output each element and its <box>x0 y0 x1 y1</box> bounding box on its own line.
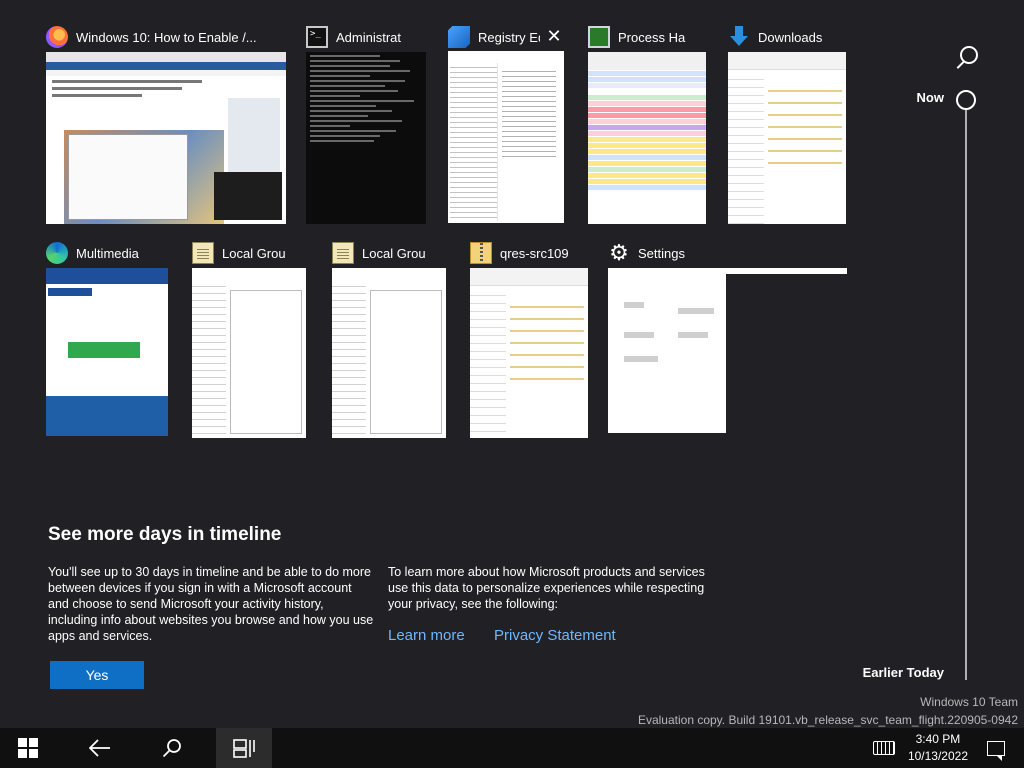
window-thumbnail[interactable] <box>728 52 846 224</box>
zip-folder-icon <box>470 242 492 264</box>
notification-icon <box>987 740 1005 761</box>
window-title: qres-src109 <box>500 245 569 261</box>
window-thumbnail[interactable] <box>332 268 446 438</box>
window-card-multimedia[interactable]: Multimedia <box>46 238 168 438</box>
search-icon <box>162 739 181 758</box>
settings-thumbnail-edge <box>726 268 847 274</box>
registry-editor-icon <box>448 26 470 48</box>
yes-button[interactable]: Yes <box>50 661 144 689</box>
window-header: Local Grou <box>192 238 306 268</box>
timeline-view: Windows 10: How to Enable /... Administr… <box>0 0 1024 728</box>
window-thumbnail[interactable] <box>306 52 426 224</box>
search-icon[interactable] <box>954 46 978 70</box>
window-header: Windows 10: How to Enable /... <box>46 22 286 52</box>
learn-more-link[interactable]: Learn more <box>388 627 465 644</box>
process-hacker-icon <box>588 26 610 48</box>
action-center-button[interactable] <box>972 728 1020 768</box>
window-card-settings[interactable]: ⚙ Settings <box>608 238 848 434</box>
close-icon[interactable]: ✕ <box>544 26 564 46</box>
window-header: qres-src109 <box>470 238 588 268</box>
window-header: Downloads <box>728 22 846 52</box>
window-card-registry-editor[interactable]: Registry Edi ✕ <box>448 22 564 224</box>
window-card-admin-cmd[interactable]: Administrat <box>306 22 426 224</box>
window-header: Local Grou <box>332 238 446 268</box>
window-title: Registry Edi <box>478 29 540 45</box>
window-title: Administrat <box>336 29 402 45</box>
clock[interactable]: 3:40 PM 10/13/2022 <box>908 731 968 765</box>
privacy-statement-link[interactable]: Privacy Statement <box>494 627 616 644</box>
window-thumbnail[interactable] <box>46 268 168 436</box>
timeline-earlier-today-label: Earlier Today <box>862 665 944 680</box>
window-title: Settings <box>638 245 685 261</box>
start-button[interactable] <box>4 728 52 768</box>
window-title: Windows 10: How to Enable /... <box>76 29 257 45</box>
firefox-icon <box>46 26 68 48</box>
download-folder-icon <box>728 26 750 48</box>
task-view-button[interactable] <box>216 728 272 768</box>
gear-icon: ⚙ <box>609 240 629 265</box>
touch-keyboard-button[interactable] <box>860 728 908 768</box>
windows-logo-icon <box>18 738 38 758</box>
window-thumbnail[interactable] <box>588 52 706 224</box>
window-thumbnail[interactable] <box>46 52 286 224</box>
notepad-icon <box>332 242 354 264</box>
clock-date: 10/13/2022 <box>907 749 968 763</box>
back-arrow-icon <box>89 739 110 757</box>
notepad-icon <box>192 242 214 264</box>
window-card-qres-src[interactable]: qres-src109 <box>470 238 588 438</box>
clock-time: 3:40 PM <box>915 732 961 746</box>
window-card-local-group-1[interactable]: Local Grou <box>192 238 306 438</box>
keyboard-icon <box>873 741 895 755</box>
window-thumbnail[interactable] <box>608 268 726 433</box>
search-button[interactable] <box>148 728 196 768</box>
window-thumbnail[interactable] <box>192 268 306 438</box>
window-card-process-hacker[interactable]: Process Ha <box>588 22 706 224</box>
window-card-downloads[interactable]: Downloads <box>728 22 846 224</box>
edge-icon <box>46 242 68 264</box>
timeline-promo-body: You'll see up to 30 days in timeline and… <box>48 565 374 643</box>
window-thumbnail[interactable] <box>470 268 588 438</box>
task-view-icon <box>233 739 255 758</box>
privacy-info-text: To learn more about how Microsoft produc… <box>388 565 705 611</box>
window-title: Downloads <box>758 29 823 45</box>
window-card-firefox[interactable]: Windows 10: How to Enable /... <box>46 22 286 224</box>
window-header: Administrat <box>306 22 426 52</box>
timeline-now-label: Now <box>916 90 944 105</box>
window-title: Local Grou <box>362 245 426 261</box>
window-header: Process Ha <box>588 22 706 52</box>
window-title: Process Ha <box>618 29 686 45</box>
timeline-rail[interactable] <box>965 108 967 680</box>
back-button[interactable] <box>76 728 124 768</box>
window-header: ⚙ Settings <box>608 238 848 268</box>
window-header: Multimedia <box>46 238 168 268</box>
timeline-promo-title: See more days in timeline <box>48 524 282 545</box>
timeline-position-handle[interactable] <box>956 90 976 110</box>
taskbar: 3:40 PM 10/13/2022 <box>0 728 1024 768</box>
window-title: Multimedia <box>76 245 139 261</box>
window-title: Local Grou <box>222 245 286 261</box>
window-card-local-group-2[interactable]: Local Grou <box>332 238 446 438</box>
command-prompt-icon <box>306 26 328 48</box>
watermark-edition: Windows 10 Team <box>920 695 1018 709</box>
window-thumbnail[interactable] <box>448 51 564 223</box>
watermark-build: Evaluation copy. Build 19101.vb_release_… <box>637 713 1018 727</box>
